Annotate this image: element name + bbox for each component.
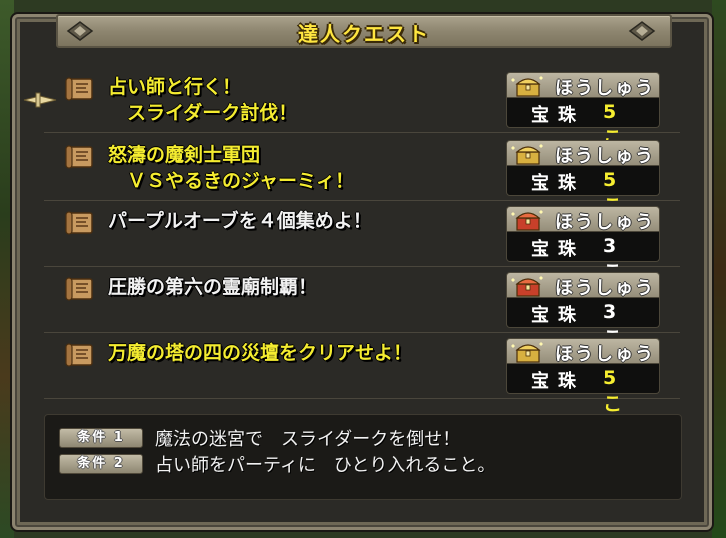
quest-scroll-icon [64, 210, 96, 236]
reward-item: 宝珠 [531, 371, 585, 392]
condition-row: 条件 2 占い師をパーティに ひとり入れること。 [59, 451, 659, 477]
background-right [712, 0, 726, 538]
reward-item: 宝珠 [531, 173, 585, 194]
reward-body: 宝珠 5 こ [506, 364, 660, 415]
quest-title: 圧勝の第六の霊廟制覇！ [108, 276, 318, 298]
reward-box: ほうしゅう宝珠5 こ [506, 140, 660, 217]
reward-label: ほうしゅう [555, 344, 655, 365]
reward-box: ほうしゅう宝珠3 こ [506, 272, 660, 349]
reward-label: ほうしゅう [555, 78, 655, 99]
quest-scroll-icon [64, 76, 96, 102]
reward-header: ほうしゅう [506, 72, 660, 99]
quest-list: 占い師と行く！ スライダーク討伐！ ほうしゅう 宝珠 5 こ怒濤の魔剣士軍団 ＶＳやる… [44, 68, 680, 415]
conditions-panel: 条件 1 魔法の迷宮で スライダークを倒せ！ 条件 2 占い師をパーティに ひと… [44, 414, 682, 500]
condition-badge: 条件 1 [59, 428, 143, 448]
condition-badge: 条件 2 [59, 454, 143, 474]
window-title: 達人クエスト [298, 22, 430, 46]
quest-row[interactable]: パープルオーブを４個集めよ！ ほうしゅう宝珠3 こ [44, 202, 680, 283]
gold-chest-icon [511, 142, 545, 166]
ornament-left-icon [66, 21, 94, 41]
reward-body: 宝珠5 こ [506, 98, 660, 149]
reward-body: 宝珠5 こ [506, 166, 660, 217]
ornament-right-icon [628, 21, 656, 41]
reward-label: ほうしゅう [555, 278, 655, 299]
reward-header: ほうしゅう [506, 140, 660, 167]
reward-box: ほうしゅう宝珠5 こ [506, 72, 660, 149]
quest-title: 怒濤の魔剣士軍団 ＶＳやるきのジャーミィ！ [108, 144, 355, 192]
reward-label: ほうしゅう [555, 212, 655, 233]
condition-text: 魔法の迷宮で スライダークを倒せ！ [155, 429, 461, 450]
quest-row[interactable]: 占い師と行く！ スライダーク討伐！ ほうしゅう 宝珠 5 こ [44, 68, 680, 149]
reward-body: 宝珠3 こ [506, 298, 660, 349]
reward-item: 宝珠 [531, 305, 585, 326]
condition-text: 占い師をパーティに ひとり入れること。 [155, 455, 496, 476]
reward-item: 宝珠 [531, 105, 585, 126]
reward-body: 宝珠3 こ [506, 232, 660, 283]
gold-chest-icon [511, 74, 545, 98]
quest-title: パープルオーブを４個集めよ！ [108, 210, 372, 232]
quest-scroll-icon [64, 276, 96, 302]
window-title-bar: 達人クエスト [56, 14, 672, 48]
quest-title: 万魔の塔の四の災壇をクリアせよ！ [108, 342, 413, 364]
condition-row: 条件 1 魔法の迷宮で スライダークを倒せ！ [59, 425, 659, 451]
reward-header: ほうしゅう [506, 272, 660, 299]
red-chest-icon [511, 274, 545, 298]
reward-item: 宝珠 [531, 239, 585, 260]
gold-chest-icon [511, 340, 545, 364]
red-chest-icon [511, 208, 545, 232]
quest-scroll-icon [64, 144, 96, 170]
quest-row[interactable]: 怒濤の魔剣士軍団 ＶＳやるきのジャーミィ！ ほうしゅう宝珠5 こ [44, 136, 680, 217]
reward-box: ほうしゅう宝珠3 こ [506, 206, 660, 283]
quest-title: 占い師と行く！ スライダーク討伐！ [108, 76, 298, 124]
reward-header: ほうしゅう [506, 206, 660, 233]
reward-count: 5 こ [603, 367, 637, 415]
quest-row[interactable]: 万魔の塔の四の災壇をクリアせよ！ ほうしゅう宝珠 5 こ [44, 334, 680, 415]
quest-row[interactable]: 圧勝の第六の霊廟制覇！ ほうしゅう宝珠3 こ [44, 268, 680, 349]
reward-box: ほうしゅう宝珠 5 こ [506, 338, 660, 415]
reward-header: ほうしゅう [506, 338, 660, 365]
quest-scroll-icon [64, 342, 96, 368]
reward-label: ほうしゅう [555, 146, 655, 167]
